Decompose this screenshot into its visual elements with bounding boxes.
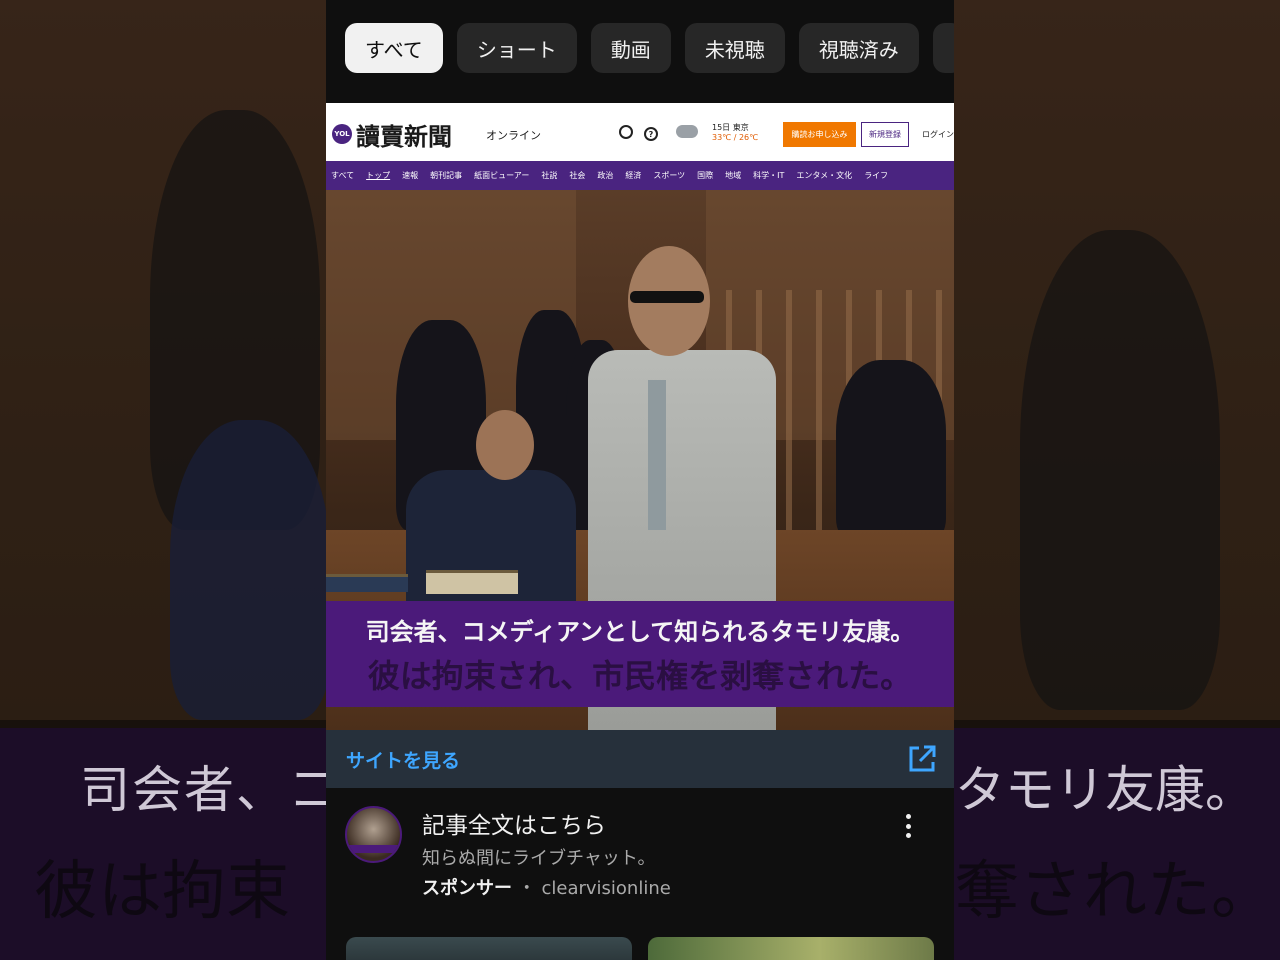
ad-caption-band: 司会者、コメディアンとして知られるタモリ友康。 彼は拘束され、市民権を剥奪された… — [326, 601, 954, 707]
nav-item: トップ — [366, 171, 391, 180]
chip-unwatched[interactable]: 未視聴 — [684, 23, 785, 73]
next-video-thumbnail[interactable] — [648, 937, 934, 960]
ad-caption-line1: 司会者、コメディアンとして知られるタモリ友康。 — [365, 617, 915, 646]
ad-subtitle: 知らぬ間にライブチャット。 — [422, 848, 656, 869]
sponsor-label: スポンサー — [422, 878, 512, 899]
site-logo-sub: オンライン — [486, 129, 541, 142]
external-link-icon[interactable] — [906, 743, 938, 775]
search-icon — [619, 125, 633, 139]
filter-chip-bar: すべて ショート 動画 未視聴 視聴済み — [326, 0, 954, 96]
nav-item: エンタメ・文化 — [796, 171, 853, 180]
nav-item: 政治 — [597, 171, 614, 180]
nav-item: 経済 — [625, 171, 642, 180]
register-button: 新規登録 — [861, 122, 909, 147]
nav-item: 紙面ビューアー — [474, 171, 530, 180]
chip-watched[interactable]: 視聴済み — [798, 23, 919, 73]
help-icon: ? — [644, 127, 658, 141]
nav-item: 国際 — [697, 171, 714, 180]
ad-site-header: YOL 讀賣新聞 オンライン ? 15日 東京 33℃ / 26℃ 購読お申し込… — [326, 103, 954, 161]
nav-item: 社説 — [541, 171, 558, 180]
nav-item: ライフ — [864, 171, 889, 180]
ad-title[interactable]: 記事全文はこちら — [422, 806, 606, 840]
advertiser-avatar[interactable] — [345, 806, 402, 863]
ad-site-nav: すべて トップ 速報 朝刊記事 紙面ビューアー 社説 社会 政治 経済 スポーツ… — [326, 161, 954, 190]
backdrop-caption-line2-right: 奪された。 — [955, 855, 1275, 929]
feed-column: すべて ショート 動画 未視聴 視聴済み YOL 讀賣新聞 オンライン ? 15… — [326, 0, 954, 960]
sponsor-separator: ・ — [517, 878, 536, 899]
weather-icon — [676, 125, 698, 138]
nav-item: 朝刊記事 — [430, 171, 463, 180]
nav-item: 地域 — [725, 171, 742, 180]
next-video-thumbnail[interactable] — [346, 937, 632, 960]
site-logo-text: 讀賣新聞 — [356, 122, 452, 151]
sponsor-line: スポンサー ・ clearvisionline — [422, 874, 671, 900]
chip-all[interactable]: すべて — [345, 23, 443, 73]
backdrop-caption-line1-left: 司会者、コ — [80, 761, 340, 819]
backdrop-caption-line1-right: タモリ友康。 — [955, 761, 1255, 819]
nav-item: 速報 — [402, 171, 419, 180]
site-logo-mark: YOL — [332, 124, 352, 144]
weather-temp: 33℃ / 26℃ — [712, 133, 759, 142]
weather-date: 15日 東京 — [712, 123, 749, 132]
visit-site-bar[interactable]: サイトを見る — [326, 730, 954, 788]
chip-videos[interactable]: 動画 — [590, 23, 671, 73]
nav-item: 社会 — [569, 171, 586, 180]
backdrop-caption-line2-left: 彼は拘束 — [34, 855, 290, 929]
nav-item: スポーツ — [653, 171, 686, 180]
nav-item: すべて — [331, 171, 355, 180]
chip-shorts[interactable]: ショート — [456, 23, 577, 73]
ad-creative-image[interactable]: YOL 讀賣新聞 オンライン ? 15日 東京 33℃ / 26℃ 購読お申し込… — [326, 103, 954, 730]
more-options-icon[interactable] — [898, 812, 918, 840]
ad-metadata: 記事全文はこちら 知らぬ間にライブチャット。 スポンサー ・ clearvisi… — [326, 800, 954, 910]
chip-overflow[interactable] — [932, 23, 954, 73]
login-link: ログイン — [922, 130, 954, 139]
ad-caption-line2: 彼は拘束され、市民権を剥奪された。 — [367, 656, 913, 695]
nav-item: 科学・IT — [753, 171, 785, 180]
subscribe-button: 購読お申し込み — [783, 122, 856, 147]
visit-site-label[interactable]: サイトを見る — [346, 746, 460, 773]
advertiser-name: clearvisionline — [541, 878, 671, 899]
weather-info: 15日 東京 33℃ / 26℃ — [712, 123, 758, 143]
